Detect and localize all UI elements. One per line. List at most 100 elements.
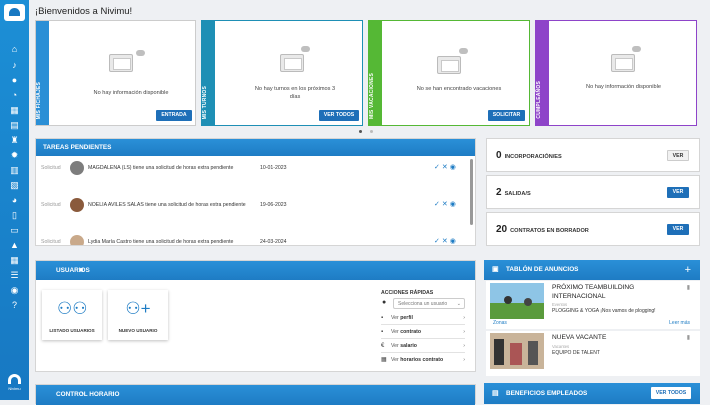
scrollbar[interactable]: [470, 159, 473, 225]
empty-inbox-icon: [109, 54, 133, 72]
empty-inbox-icon: [437, 56, 461, 74]
read-more-link[interactable]: Leer más: [669, 320, 690, 326]
quick-ver-horarios[interactable]: ▦ Ver horarios contrato ›: [381, 354, 465, 367]
task-date: 19-06-2023: [260, 202, 287, 208]
calendar-icon[interactable]: ▦: [9, 105, 20, 115]
brand-footer: Nivimu: [4, 374, 25, 396]
chevron-right-icon: ›: [463, 343, 465, 349]
users-group-icon: ■: [79, 267, 84, 274]
wallet-icon[interactable]: ▭: [9, 225, 20, 235]
bell-icon[interactable]: ♪: [9, 60, 20, 70]
stat-label: SALIDA/S: [504, 191, 531, 197]
briefcase-icon: ▤: [492, 390, 499, 397]
graduation-icon[interactable]: ▲: [9, 240, 20, 250]
listado-usuarios-tile[interactable]: ⚇⚇ LISTADO USUARIOS: [42, 290, 102, 340]
empty-inbox-icon: [280, 54, 304, 72]
users-group-icon: ⚇⚇: [57, 299, 88, 318]
announcement-desc: PLOGGING & YOGA ¡Nos vamos de plogging!: [552, 308, 656, 314]
ver-todos-button[interactable]: VER TODOS: [319, 110, 359, 121]
home-icon[interactable]: ⌂: [9, 44, 20, 54]
quick-bold: contrato: [400, 329, 421, 335]
announcement-item[interactable]: NUEVA VACANTE Vacantes EQUIPO DE TALENT …: [486, 331, 700, 376]
trash-icon[interactable]: ▮: [687, 284, 690, 291]
chat-bubble-icon: [632, 46, 641, 52]
announcement-category: Eventos: [552, 302, 568, 307]
ver-todos-beneficios-button[interactable]: VER TODOS: [651, 387, 691, 399]
stat-value: 0 INCORPORACIÓN/ES: [496, 150, 562, 161]
card-label: MIS VACACIONES: [369, 72, 375, 119]
benefits-panel: ▤ BENEFICIOS EMPLEADOS VER TODOS: [484, 383, 700, 404]
quick-ver-salario[interactable]: € Ver salario ›: [381, 340, 465, 353]
card-mis-vacaciones: MIS VACACIONES No se han encontrado vaca…: [368, 20, 530, 126]
table-row[interactable]: Solicitud NOELIA AVILES SALAS tiene una …: [36, 198, 465, 212]
help-icon[interactable]: ?: [9, 300, 20, 310]
card-stripe: CUMPLEAÑOS: [536, 21, 549, 125]
trash-icon[interactable]: ▮: [687, 334, 690, 341]
task-actions[interactable]: ✓✕◉: [434, 235, 458, 245]
table-icon[interactable]: ▦: [9, 255, 20, 265]
announcement-item[interactable]: PRÓXIMO TEAMBUILDING INTERNACIONAL Event…: [486, 281, 700, 329]
carousel-dot-active[interactable]: [359, 130, 362, 133]
task-actions[interactable]: ✓✕◉: [434, 198, 458, 212]
user-icon: ●: [382, 299, 387, 306]
task-text: Lydia María Castro tiene una solicitud d…: [88, 239, 234, 245]
control-horario-panel: ◔ CONTROL HORARIO: [35, 384, 476, 405]
card-mis-fichajes: MIS FICHAJES No hay información disponib…: [35, 20, 196, 126]
ver-contratos-button[interactable]: VER: [667, 224, 689, 235]
announcement-category: Vacantes: [552, 344, 570, 349]
solicitar-button[interactable]: SOLICITAR: [488, 110, 525, 121]
add-announcement-icon[interactable]: +: [685, 260, 691, 280]
file-icon[interactable]: ▯: [9, 210, 20, 220]
task-kind: Solicitud: [41, 239, 61, 245]
quick-bold: horarios contrato: [400, 357, 444, 363]
tile-label: NUEVO USUARIO: [118, 328, 158, 333]
task-text: NOELIA AVILES SALAS tiene una solicitud …: [88, 202, 246, 208]
entrada-button[interactable]: ENTRADA: [156, 110, 192, 121]
table-row[interactable]: Solicitud Lydia María Castro tiene una s…: [36, 235, 465, 245]
quick-pre: Ver: [391, 343, 399, 349]
stat-value: 20 CONTRATOS EN BORRADOR: [496, 224, 589, 235]
task-actions[interactable]: ✓✕◉: [434, 161, 458, 175]
stat-number: 0: [496, 150, 502, 161]
brand-logo[interactable]: [4, 4, 25, 21]
pie-chart-icon[interactable]: ◕: [9, 195, 20, 205]
nuevo-usuario-tile[interactable]: ⚇+ NUEVO USUARIO: [108, 290, 168, 340]
empty-inbox-icon: [611, 54, 635, 72]
gear-icon[interactable]: ✹: [9, 150, 20, 160]
card-message: No hay información disponible: [586, 84, 661, 90]
quick-ver-perfil[interactable]: ▪ Ver perfil ›: [381, 312, 465, 325]
announcement-desc: EQUIPO DE TALENT: [552, 350, 600, 356]
id-card-icon[interactable]: ▤: [9, 120, 20, 130]
quick-ver-contrato[interactable]: ▪ Ver contrato ›: [381, 326, 465, 339]
users-icon[interactable]: ●: [9, 75, 20, 85]
table-row[interactable]: Solicitud MAGDALENA (LS) tiene una solic…: [36, 161, 465, 175]
profile-icon: ▪: [381, 315, 384, 321]
stat-contratos: 20 CONTRATOS EN BORRADOR VER: [486, 212, 700, 246]
card-mis-turnos: MIS TURNOS No hay turnos en los próximos…: [201, 20, 363, 126]
announcement-zone: Zonas: [493, 320, 507, 326]
carousel-dots[interactable]: [359, 129, 381, 135]
users-title: USUARIOS: [56, 267, 90, 274]
quick-pre: Ver: [391, 315, 399, 321]
stat-value: 2 SALIDA/S: [496, 187, 531, 198]
user-select-placeholder: Selecciona un usuario: [398, 301, 448, 307]
stat-label: INCORPORACIÓN/ES: [504, 154, 562, 160]
carousel-dot[interactable]: [370, 130, 373, 133]
stat-incorporaciones: 0 INCORPORACIÓN/ES VER: [486, 138, 700, 172]
ver-incorporaciones-button[interactable]: VER: [667, 150, 689, 161]
page-title: ¡Bienvenidos a Nivimu!: [35, 6, 133, 17]
list-icon[interactable]: ☰: [9, 270, 20, 280]
quick-pre: Ver: [391, 357, 399, 363]
chart-icon[interactable]: ▧: [9, 180, 20, 190]
board-title: TABLÓN DE ANUNCIOS: [506, 266, 579, 273]
trophy-icon[interactable]: ♜: [9, 135, 20, 145]
globe-icon[interactable]: ◉: [9, 285, 20, 295]
benefits-header: ▤ BENEFICIOS EMPLEADOS VER TODOS: [484, 383, 700, 404]
card-stripe: MIS FICHAJES: [36, 21, 49, 125]
ver-salidas-button[interactable]: VER: [667, 187, 689, 198]
chevron-right-icon: ›: [463, 329, 465, 335]
chat-bubble-icon: [301, 46, 310, 52]
document-icon[interactable]: ▥: [9, 165, 20, 175]
user-select[interactable]: Selecciona un usuario ⌄: [393, 298, 465, 309]
clock-icon[interactable]: ◔: [9, 90, 20, 100]
